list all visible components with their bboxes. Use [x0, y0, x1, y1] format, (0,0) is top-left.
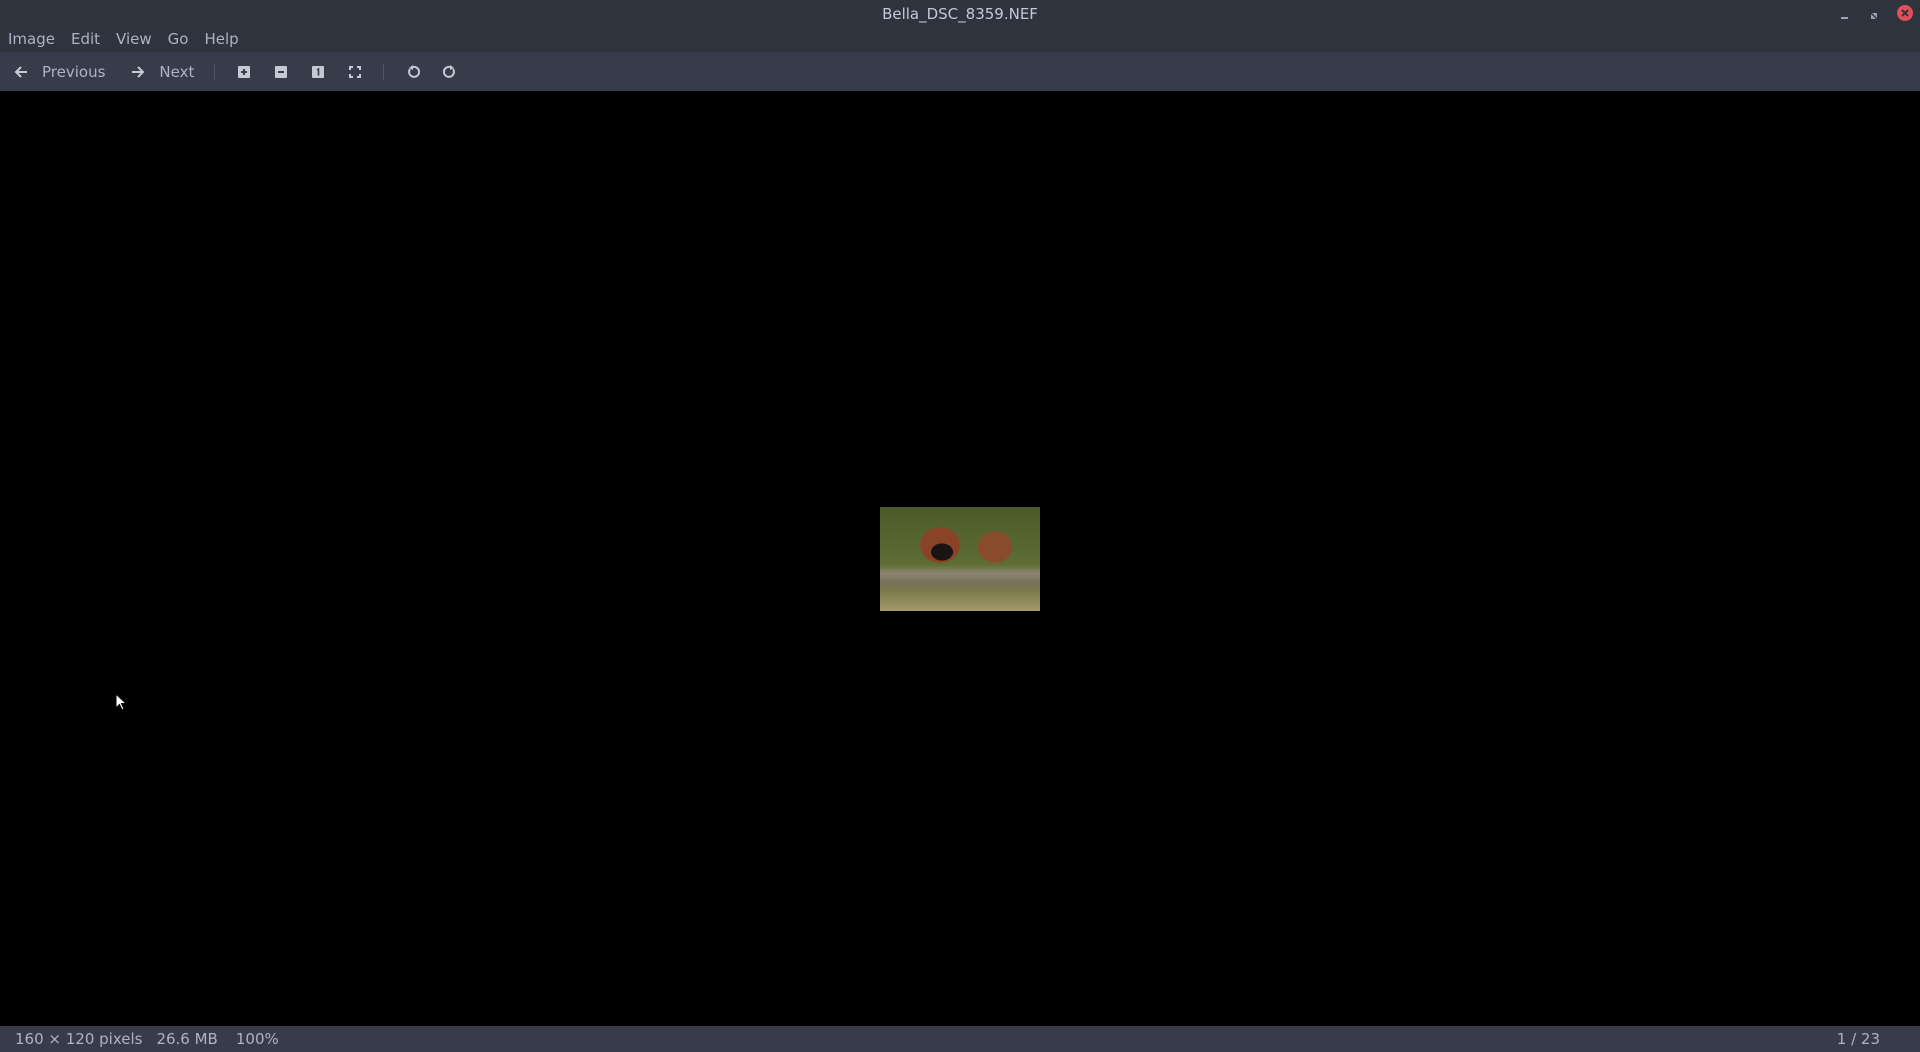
rotate-right-button[interactable] — [431, 64, 468, 79]
zoom-in-button[interactable] — [225, 65, 262, 78]
image-dimensions: 160 × 120 pixels — [15, 1030, 143, 1048]
mouse-cursor-icon — [115, 692, 128, 715]
photo — [880, 507, 1040, 611]
previous-label: Previous — [42, 62, 106, 81]
rotate-right-icon — [442, 64, 455, 78]
zoom-in-icon — [237, 65, 250, 78]
arrow-right-icon — [132, 65, 145, 78]
zoom-original-icon — [311, 65, 324, 78]
restore-button[interactable] — [1866, 6, 1882, 22]
image-viewer[interactable] — [0, 91, 1920, 1026]
file-size: 26.6 MB — [156, 1030, 218, 1048]
image-position: 1 / 23 — [1836, 1030, 1880, 1048]
zoom-level: 100% — [235, 1030, 279, 1048]
window-title: Bella_DSC_8359.NEF — [882, 5, 1038, 23]
toolbar-separator — [214, 63, 216, 80]
menu-help[interactable]: Help — [204, 28, 238, 52]
status-bar: 160 × 120 pixels 26.6 MB 100% 1 / 23 — [0, 1026, 1920, 1052]
next-label: Next — [159, 62, 195, 81]
fit-icon — [348, 65, 361, 78]
previous-button[interactable]: Previous — [14, 63, 105, 81]
menu-edit[interactable]: Edit — [71, 28, 100, 52]
toolbar-separator — [383, 63, 385, 80]
next-button[interactable]: Next — [131, 63, 194, 81]
menu-go[interactable]: Go — [168, 28, 189, 52]
title-bar: Bella_DSC_8359.NEF — [0, 0, 1920, 28]
zoom-out-icon — [274, 65, 287, 78]
best-fit-button[interactable] — [336, 65, 373, 78]
menu-view[interactable]: View — [116, 28, 152, 52]
toolbar: Previous Next — [0, 52, 1920, 91]
minimize-button[interactable] — [1837, 6, 1853, 22]
zoom-out-button[interactable] — [262, 65, 299, 78]
menu-image[interactable]: Image — [8, 28, 55, 52]
rotate-left-icon — [407, 64, 420, 78]
normal-size-button[interactable] — [299, 65, 336, 78]
menu-bar: Image Edit View Go Help — [0, 28, 1920, 52]
rotate-left-button[interactable] — [394, 64, 431, 79]
close-button[interactable] — [1896, 4, 1914, 22]
arrow-left-icon — [14, 65, 27, 78]
